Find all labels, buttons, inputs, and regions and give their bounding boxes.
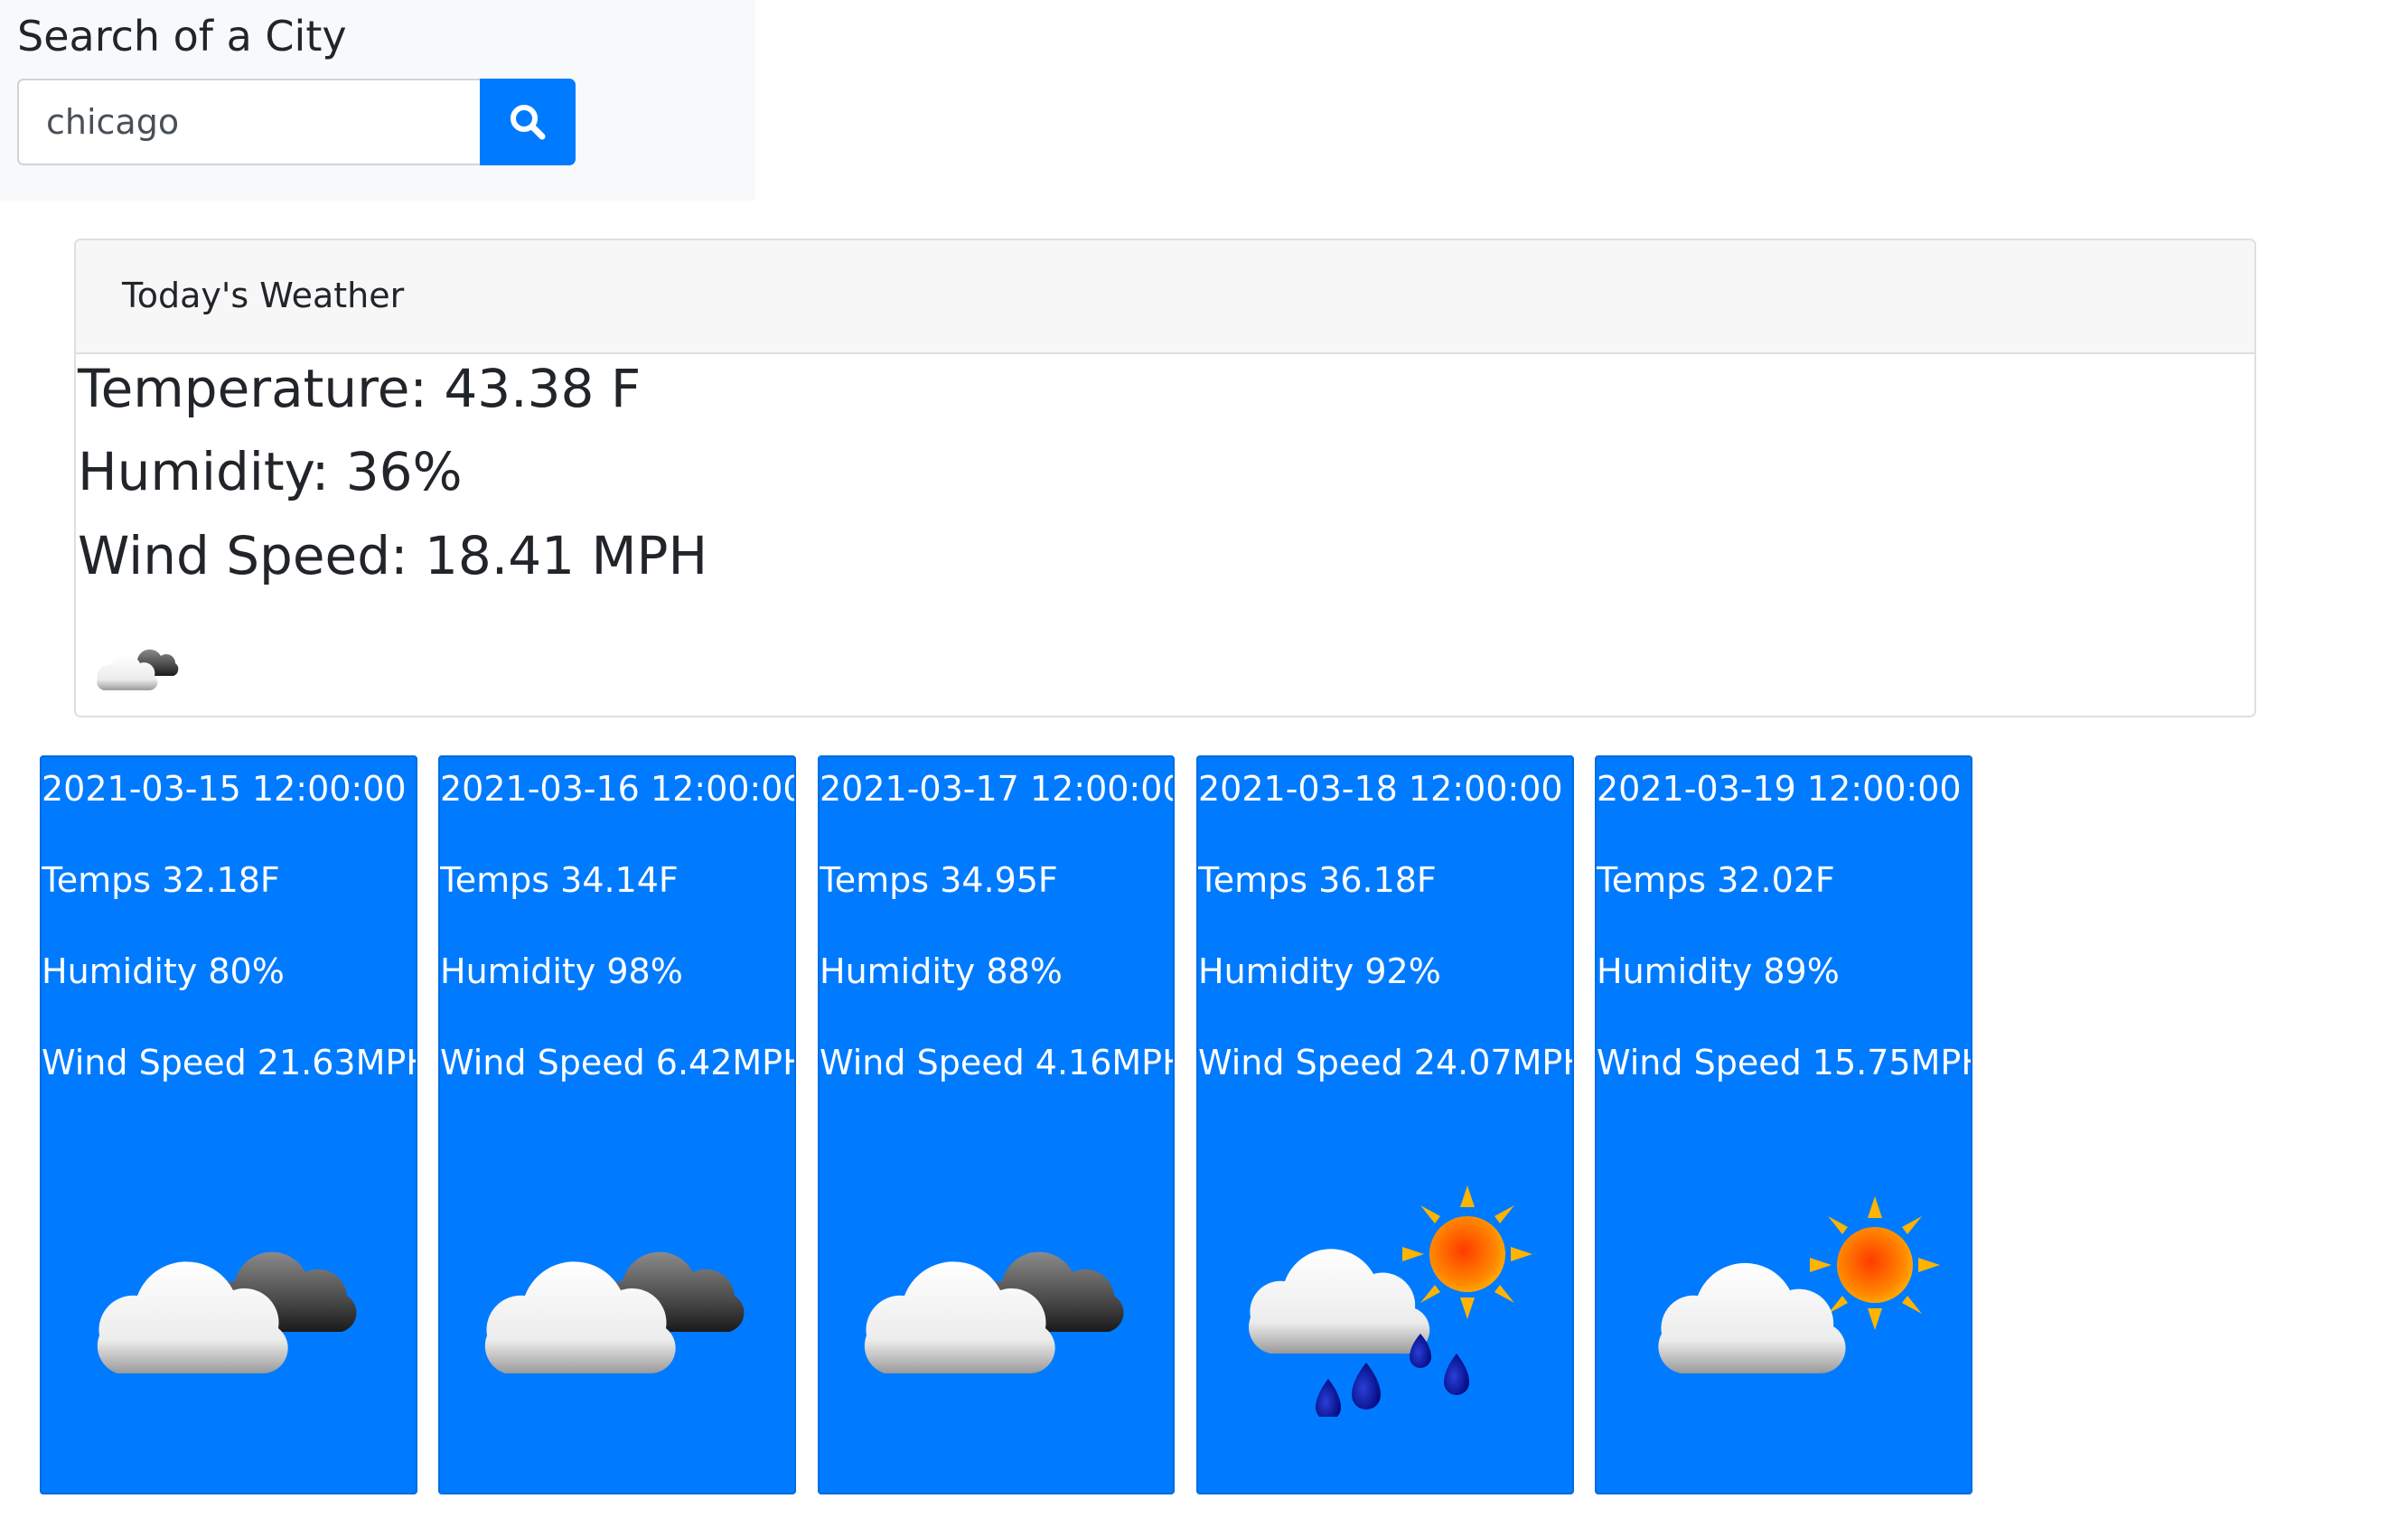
forecast-card: 2021-03-15 12:00:00 Temps 32.18F Humidit… bbox=[40, 755, 417, 1494]
forecast-card: 2021-03-16 12:00:00 Temps 34.14F Humidit… bbox=[438, 755, 796, 1494]
city-search-input[interactable] bbox=[17, 79, 480, 165]
cloud-sun-icon bbox=[1658, 1196, 1940, 1373]
forecast-date: 2021-03-17 12:00:00 bbox=[820, 769, 1175, 809]
today-weather-card: Today's Weather Temperature: 43.38 F Hum… bbox=[74, 239, 2256, 717]
partly-cloudy-icon bbox=[97, 649, 179, 691]
today-weather-title: Today's Weather bbox=[122, 276, 405, 315]
forecast-date: 2021-03-15 12:00:00 bbox=[42, 769, 407, 809]
forecast-temp: Temps 36.18F bbox=[1198, 860, 1437, 900]
forecast-humidity: Humidity 98% bbox=[440, 951, 683, 991]
broken-clouds-icon bbox=[484, 1251, 745, 1374]
forecast-humidity: Humidity 88% bbox=[820, 951, 1063, 991]
forecast-temp: Temps 32.18F bbox=[42, 860, 280, 900]
today-weather-header: Today's Weather bbox=[76, 240, 2254, 354]
forecast-wind-speed: Wind Speed 6.42MPH bbox=[440, 1043, 796, 1082]
forecast-temp: Temps 34.14F bbox=[440, 860, 679, 900]
search-icon bbox=[511, 105, 546, 140]
forecast-date: 2021-03-19 12:00:00 bbox=[1597, 769, 1962, 809]
today-wind-speed: Wind Speed: 18.41 MPH bbox=[78, 525, 708, 586]
search-button[interactable] bbox=[480, 79, 576, 165]
rain-sun-icon bbox=[1249, 1185, 1532, 1417]
search-panel: Search of a City bbox=[0, 0, 755, 201]
broken-clouds-icon bbox=[97, 1251, 357, 1374]
forecast-card: 2021-03-18 12:00:00 Temps 36.18F Humidit… bbox=[1196, 755, 1574, 1494]
forecast-humidity: Humidity 89% bbox=[1597, 951, 1840, 991]
today-temperature: Temperature: 43.38 F bbox=[78, 358, 642, 419]
forecast-humidity: Humidity 80% bbox=[42, 951, 285, 991]
forecast-humidity: Humidity 92% bbox=[1198, 951, 1441, 991]
forecast-wind-speed: Wind Speed 21.63MPH bbox=[42, 1043, 417, 1082]
forecast-card: 2021-03-17 12:00:00 Temps 34.95F Humidit… bbox=[818, 755, 1175, 1494]
forecast-date: 2021-03-18 12:00:00 bbox=[1198, 769, 1563, 809]
forecast-date: 2021-03-16 12:00:00 bbox=[440, 769, 796, 809]
forecast-card: 2021-03-19 12:00:00 Temps 32.02F Humidit… bbox=[1595, 755, 1972, 1494]
forecast-wind-speed: Wind Speed 24.07MPH bbox=[1198, 1043, 1574, 1082]
forecast-wind-speed: Wind Speed 15.75MPH bbox=[1597, 1043, 1972, 1082]
forecast-temp: Temps 34.95F bbox=[820, 860, 1058, 900]
search-title: Search of a City bbox=[17, 12, 347, 61]
forecast-wind-speed: Wind Speed 4.16MPH bbox=[820, 1043, 1175, 1082]
broken-clouds-icon bbox=[864, 1251, 1124, 1374]
forecast-temp: Temps 32.02F bbox=[1597, 860, 1835, 900]
today-humidity: Humidity: 36% bbox=[78, 441, 463, 502]
